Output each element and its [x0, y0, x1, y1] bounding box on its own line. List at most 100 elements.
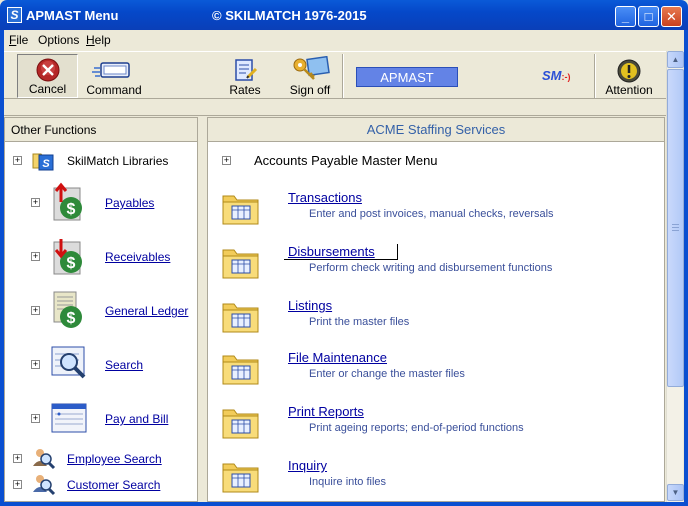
- menu-help[interactable]: Help: [86, 33, 111, 47]
- file-maintenance-description: Enter or change the master files: [309, 368, 465, 380]
- expand-icon[interactable]: +: [31, 414, 40, 423]
- tree-item-pay-and-bill[interactable]: + Pay and Bill: [5, 398, 199, 438]
- main-menu-pane: ACME Staffing Services + Accounts Payabl…: [207, 117, 665, 502]
- window-frame-right: [684, 30, 688, 506]
- tree-item-receivables[interactable]: + $ Receivables: [5, 236, 199, 276]
- disbursements-link[interactable]: Disbursements: [284, 244, 398, 260]
- print-reports-description: Print ageing reports; end-of-period func…: [309, 422, 524, 434]
- payables-link[interactable]: Payables: [105, 196, 154, 210]
- tree-item-payables[interactable]: + $ Payables: [5, 182, 199, 222]
- minimize-button[interactable]: _: [615, 6, 636, 27]
- menu-item-disbursements[interactable]: Disbursements Perform check writing and …: [208, 244, 664, 296]
- tree-item-customer-search[interactable]: + Customer Search: [5, 472, 199, 506]
- other-functions-pane: Other Functions + S SkilMatch Libraries …: [4, 117, 198, 502]
- sign-off-icon: [293, 56, 330, 80]
- transactions-description: Enter and post invoices, manual checks, …: [309, 208, 554, 220]
- sign-off-button[interactable]: Sign off: [287, 54, 333, 98]
- command-icon: [92, 62, 130, 78]
- menu-title: Accounts Payable Master Menu: [254, 153, 438, 168]
- rates-button[interactable]: Rates: [223, 54, 267, 98]
- folder-icon: [222, 409, 259, 439]
- title-bar: S APMAST Menu © SKILMATCH 1976-2015 _ □ …: [0, 0, 688, 30]
- close-icon: ✕: [666, 9, 677, 24]
- cancel-button[interactable]: Cancel: [17, 54, 78, 98]
- pay-and-bill-icon: [51, 403, 87, 433]
- search-icon: [51, 346, 86, 379]
- scroll-thumb[interactable]: [667, 69, 684, 387]
- svg-text:$: $: [67, 255, 76, 272]
- menu-options[interactable]: Options: [38, 33, 79, 47]
- svg-text:$: $: [67, 310, 76, 327]
- disbursements-description: Perform check writing and disbursement f…: [309, 262, 553, 274]
- maximize-icon: □: [644, 9, 653, 24]
- folder-icon: [222, 303, 259, 333]
- grip-line: [672, 230, 679, 231]
- skilmatch-logo-icon: SM:-): [542, 68, 571, 83]
- expand-icon[interactable]: +: [31, 306, 40, 315]
- grip-line: [672, 227, 679, 228]
- other-functions-header: Other Functions: [5, 118, 197, 142]
- employee-search-link[interactable]: Employee Search: [67, 452, 162, 466]
- menu-item-inquiry[interactable]: Inquiry Inquire into files: [208, 458, 664, 501]
- print-reports-link[interactable]: Print Reports: [288, 404, 364, 419]
- minimize-icon: _: [621, 9, 630, 24]
- receivables-icon: $: [53, 239, 82, 275]
- svg-text:S: S: [42, 158, 50, 170]
- general-ledger-icon: $: [53, 291, 82, 328]
- folder-icon: [222, 195, 259, 225]
- window-title: APMAST Menu: [26, 8, 119, 23]
- grip-line: [672, 224, 679, 225]
- expand-icon[interactable]: +: [31, 360, 40, 369]
- company-header: ACME Staffing Services: [208, 118, 664, 142]
- inquiry-description: Inquire into files: [309, 476, 387, 488]
- module-name-box: APMAST: [356, 67, 458, 87]
- svg-text:$: $: [67, 201, 76, 218]
- rates-icon: [235, 59, 258, 81]
- tree-item-general-ledger[interactable]: + $ General Ledger: [5, 290, 199, 330]
- app-icon[interactable]: S: [7, 7, 22, 23]
- employee-search-icon: [33, 449, 56, 470]
- search-link[interactable]: Search: [105, 358, 143, 372]
- menu-item-transactions[interactable]: Transactions Enter and post invoices, ma…: [208, 190, 664, 242]
- menu-item-print-reports[interactable]: Print Reports Print ageing reports; end-…: [208, 404, 664, 456]
- toolbar-separator: [594, 54, 596, 98]
- expand-icon[interactable]: +: [13, 454, 22, 463]
- expand-icon[interactable]: +: [31, 252, 40, 261]
- menu-item-listings[interactable]: Listings Print the master files: [208, 298, 664, 350]
- close-button[interactable]: ✕: [661, 6, 682, 27]
- menu-item-file-maintenance[interactable]: File Maintenance Enter or change the mas…: [208, 350, 664, 402]
- listings-link[interactable]: Listings: [288, 298, 332, 313]
- vertical-scrollbar[interactable]: ▲ ▼: [666, 51, 684, 502]
- pay-and-bill-link[interactable]: Pay and Bill: [105, 412, 168, 426]
- attention-button[interactable]: Attention: [604, 54, 654, 98]
- folder-icon: [222, 463, 259, 493]
- listings-description: Print the master files: [309, 316, 410, 328]
- toolbar-separator: [342, 54, 344, 98]
- pane-splitter[interactable]: [198, 117, 206, 502]
- toolbar-strip: [4, 100, 684, 116]
- toolbar: Cancel Command Rates Sign off APMAST SM:…: [4, 51, 684, 99]
- expand-icon[interactable]: +: [222, 156, 231, 165]
- folder-icon: [222, 355, 259, 385]
- copyright-text: © SKILMATCH 1976-2015: [212, 8, 367, 23]
- file-maintenance-link[interactable]: File Maintenance: [288, 350, 387, 365]
- customer-search-link[interactable]: Customer Search: [67, 478, 160, 492]
- transactions-link[interactable]: Transactions: [288, 190, 362, 205]
- receivables-link[interactable]: Receivables: [105, 250, 170, 264]
- cancel-icon: [36, 58, 60, 82]
- command-button[interactable]: Command: [86, 54, 142, 98]
- maximize-button[interactable]: □: [638, 6, 659, 27]
- chevron-down-icon: ▼: [671, 488, 680, 497]
- expand-icon[interactable]: +: [31, 198, 40, 207]
- skilmatch-library-icon: S: [32, 153, 54, 171]
- menu-file[interactable]: File: [9, 33, 28, 47]
- tree-item-search[interactable]: + Search: [5, 344, 199, 384]
- folder-icon: [222, 249, 259, 279]
- scroll-up-button[interactable]: ▲: [667, 51, 684, 68]
- inquiry-link[interactable]: Inquiry: [288, 458, 327, 473]
- general-ledger-link[interactable]: General Ledger: [105, 304, 188, 318]
- expand-icon[interactable]: +: [13, 480, 22, 489]
- payables-icon: $: [53, 182, 82, 221]
- scroll-down-button[interactable]: ▼: [667, 484, 684, 501]
- expand-icon[interactable]: +: [13, 156, 22, 165]
